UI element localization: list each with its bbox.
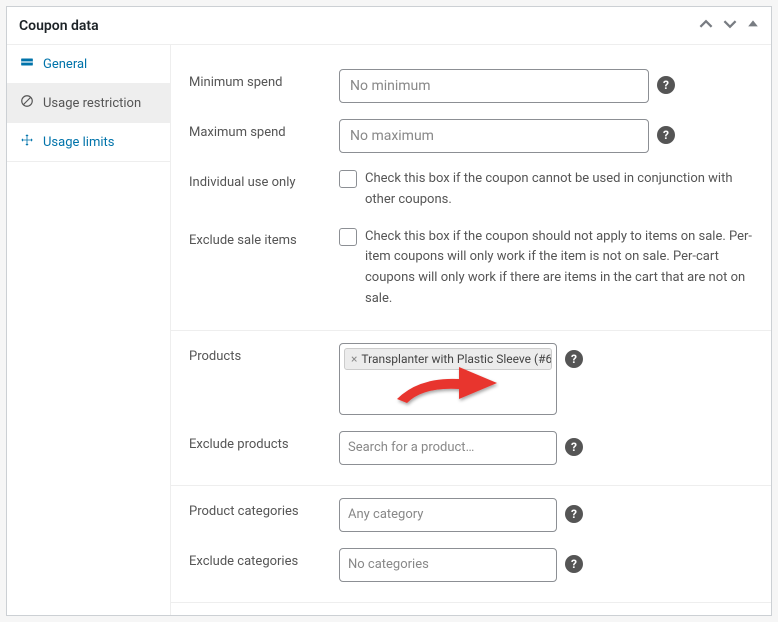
- field-minimum-spend: Minimum spend ?: [171, 61, 771, 111]
- help-icon[interactable]: ?: [565, 505, 583, 523]
- minimum-spend-input[interactable]: [339, 69, 649, 103]
- field-product-categories: Product categories Any category ?: [171, 490, 771, 540]
- help-icon[interactable]: ?: [657, 126, 675, 144]
- products-label: Products: [189, 343, 339, 364]
- products-select[interactable]: × Transplanter with Plastic Sleeve (#69: [339, 343, 557, 415]
- individual-use-checkbox[interactable]: [339, 170, 357, 188]
- ticket-icon: [19, 55, 35, 73]
- exclude-categories-select[interactable]: No categories: [339, 548, 557, 582]
- exclude-products-select[interactable]: Search for a product…: [339, 431, 557, 465]
- tab-general[interactable]: General: [7, 45, 170, 84]
- help-icon[interactable]: ?: [565, 555, 583, 573]
- panel-move-down-icon[interactable]: [723, 17, 737, 34]
- tab-label: General: [43, 57, 87, 72]
- field-exclude-products: Exclude products Search for a product… ?: [171, 423, 771, 473]
- maximum-spend-input[interactable]: [339, 119, 649, 153]
- panel-collapse-icon[interactable]: [747, 17, 759, 34]
- product-categories-label: Product categories: [189, 498, 339, 519]
- individual-use-desc: Check this box if the coupon cannot be u…: [365, 169, 753, 211]
- coupon-tabs: General Usage restriction Usage limits: [7, 45, 171, 615]
- tab-usage-limits[interactable]: Usage limits: [7, 123, 170, 162]
- product-token[interactable]: × Transplanter with Plastic Sleeve (#69: [344, 348, 552, 370]
- product-categories-placeholder: Any category: [344, 503, 427, 526]
- field-exclude-categories: Exclude categories No categories ?: [171, 540, 771, 590]
- usage-restriction-form: Minimum spend ? Maximum spend ?: [171, 45, 771, 615]
- help-icon[interactable]: ?: [565, 350, 583, 368]
- remove-token-icon[interactable]: ×: [351, 352, 357, 366]
- panel-move-up-icon[interactable]: [699, 17, 713, 34]
- field-maximum-spend: Maximum spend ?: [171, 111, 771, 161]
- help-icon[interactable]: ?: [565, 438, 583, 456]
- field-exclude-sale: Exclude sale items Check this box if the…: [171, 219, 771, 318]
- panel-title: Coupon data: [19, 18, 99, 34]
- tab-usage-restriction[interactable]: Usage restriction: [7, 84, 170, 123]
- minimum-spend-label: Minimum spend: [189, 69, 339, 90]
- tab-label: Usage limits: [43, 135, 114, 150]
- exclude-categories-placeholder: No categories: [344, 553, 433, 576]
- exclude-categories-label: Exclude categories: [189, 548, 339, 569]
- product-token-label: Transplanter with Plastic Sleeve (#69: [361, 352, 552, 366]
- field-products: Products × Transplanter with Plastic Sle…: [171, 335, 771, 423]
- maximum-spend-label: Maximum spend: [189, 119, 339, 140]
- tab-label: Usage restriction: [43, 96, 141, 111]
- exclude-sale-desc: Check this box if the coupon should not …: [365, 227, 753, 310]
- exclude-products-label: Exclude products: [189, 431, 339, 452]
- exclude-sale-label: Exclude sale items: [189, 227, 339, 248]
- individual-use-label: Individual use only: [189, 169, 339, 190]
- product-categories-select[interactable]: Any category: [339, 498, 557, 532]
- help-icon[interactable]: ?: [657, 76, 675, 94]
- coupon-data-panel: Coupon data General: [6, 6, 772, 616]
- exclude-sale-checkbox[interactable]: [339, 228, 357, 246]
- move-icon: [19, 133, 35, 151]
- panel-header: Coupon data: [7, 7, 771, 45]
- exclude-products-placeholder: Search for a product…: [344, 436, 478, 459]
- field-individual-use: Individual use only Check this box if th…: [171, 161, 771, 219]
- block-icon: [19, 94, 35, 112]
